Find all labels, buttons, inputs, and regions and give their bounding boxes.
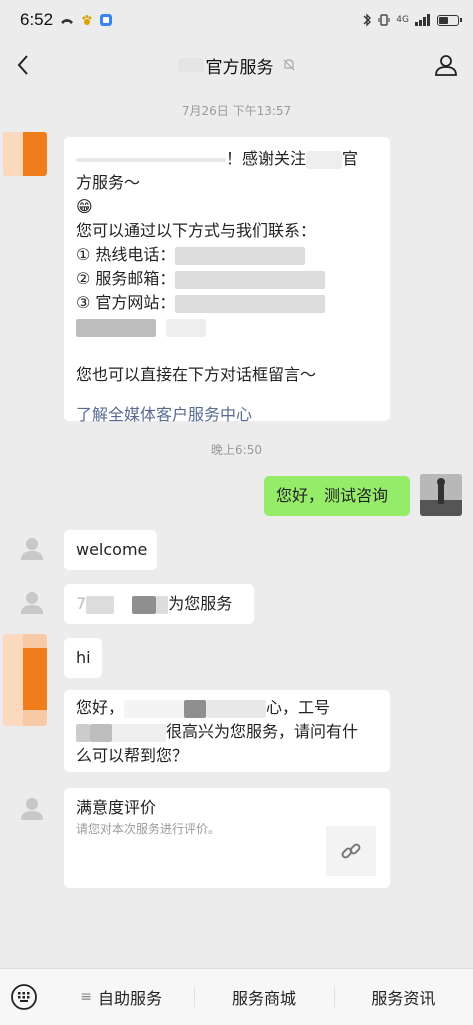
welcome-message-bubble[interactable]: ！感谢关注官 方服务～ 😁 您可以通过以下方式与我们联系： ① 热线电话： ② … — [64, 137, 390, 424]
contact-intro: 您可以通过以下方式与我们联系： — [76, 221, 317, 240]
timestamp: 7月26日 下午13:57 — [181, 104, 292, 118]
redacted-text — [124, 699, 185, 718]
signal-icon — [415, 14, 430, 26]
status-bar: 6:52 4G — [0, 0, 473, 40]
redacted-text — [90, 723, 112, 742]
agent-icon — [21, 538, 43, 560]
app-icon — [100, 14, 113, 26]
agent-icon — [21, 798, 43, 820]
vibrate-icon — [378, 14, 390, 26]
chat-title-text: 官方服务 — [205, 57, 274, 78]
user-avatar[interactable] — [420, 474, 462, 516]
greeting-message-bubble[interactable]: 您好， 心，工号 很高兴为您服务，请问有什 么可以帮到您？ — [64, 690, 390, 772]
brand-avatar[interactable] — [3, 132, 47, 176]
redacted-text — [177, 58, 204, 72]
rating-title: 满意度评价 — [76, 798, 157, 817]
redacted-text — [76, 318, 156, 337]
agent-avatar[interactable] — [12, 788, 52, 828]
redacted-text — [306, 150, 343, 169]
battery-icon — [437, 14, 462, 26]
hotline-line: ① 热线电话： — [76, 243, 378, 267]
redacted-line — [76, 315, 378, 339]
redacted-text — [166, 318, 206, 337]
paw-icon — [82, 15, 92, 25]
rating-card[interactable]: 满意度评价 请您对本次服务进行评价。 — [64, 788, 390, 888]
rating-link-thumb[interactable] — [326, 826, 376, 876]
network-label: 4G — [396, 15, 409, 25]
chat-header: 官方服务 — [0, 40, 473, 90]
agent-message-bubble[interactable]: 7 为您服务 — [64, 584, 254, 624]
redacted-text — [175, 294, 326, 313]
redacted-text — [76, 723, 90, 742]
agent-icon — [21, 592, 43, 614]
emoji: 😁 — [76, 197, 93, 216]
greeting-line3: 么可以帮到您？ — [76, 746, 189, 765]
chevron-left-icon — [17, 55, 28, 75]
agent-message-bubble[interactable]: welcome — [64, 530, 157, 570]
brand-avatar[interactable] — [3, 634, 47, 726]
service-center-link[interactable]: 了解全媒体客户服务中心 — [76, 403, 378, 427]
greeting-line1: 您好， 心，工号 — [76, 698, 331, 718]
menu-service-mall[interactable]: 服务商城 — [194, 969, 333, 1025]
redacted-text — [175, 246, 306, 265]
timestamp: 晚上6:50 — [211, 443, 262, 457]
keyboard-toggle-button[interactable] — [0, 969, 48, 1025]
back-button[interactable] — [10, 52, 36, 78]
email-line: ② 服务邮箱： — [76, 267, 378, 291]
brand-message-bubble[interactable]: hi — [64, 638, 102, 678]
redacted-text — [86, 595, 115, 614]
menu-service-news[interactable]: 服务资讯 — [333, 969, 473, 1025]
status-left: 6:52 — [20, 10, 113, 30]
leave-message-text: 您也可以直接在下方对话框留言～ — [76, 365, 317, 384]
mute-bell-icon — [283, 59, 294, 71]
agent-avatar[interactable] — [12, 582, 52, 622]
bluetooth-icon — [363, 13, 372, 27]
welcome-line2: 方服务～ — [76, 173, 141, 192]
agent-avatar[interactable] — [12, 528, 52, 568]
user-icon — [435, 55, 457, 76]
menu-self-service[interactable]: ≡ 自助服务 — [48, 969, 194, 1025]
keyboard-icon — [11, 984, 37, 1010]
welcome-line1: ！感谢关注官 — [76, 147, 378, 171]
status-right: 4G — [362, 13, 462, 27]
redacted-text — [132, 595, 157, 614]
redacted-text — [76, 157, 226, 162]
redacted-text — [175, 270, 326, 289]
bottom-menu-bar: ≡ 自助服务 服务商城 服务资讯 — [0, 968, 473, 1025]
user-photo — [420, 474, 462, 516]
redacted-text — [206, 699, 267, 718]
status-time: 6:52 — [20, 10, 54, 29]
chat-title: 官方服务 — [177, 53, 296, 78]
missed-call-icon — [61, 19, 74, 24]
link-icon — [341, 843, 361, 859]
user-message-bubble[interactable]: 您好，测试咨询 — [264, 476, 410, 516]
profile-button[interactable] — [433, 52, 459, 78]
website-line: ③ 官方网站： — [76, 291, 378, 315]
greeting-line2: 很高兴为您服务，请问有什 — [76, 720, 378, 744]
redacted-text — [184, 699, 207, 718]
redacted-text — [112, 723, 166, 742]
menu-lines-icon: ≡ — [80, 989, 93, 1005]
